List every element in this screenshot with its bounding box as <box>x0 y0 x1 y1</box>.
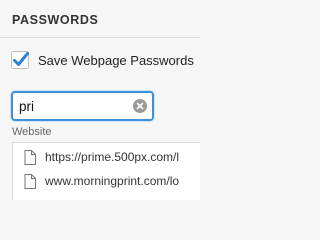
section-title: PASSWORDS <box>12 13 99 27</box>
save-passwords-label: Save Webpage Passwords <box>38 52 194 68</box>
website-url: https://prime.500px.com/l <box>45 150 180 164</box>
checkmark-icon <box>11 51 29 69</box>
save-passwords-checkbox[interactable] <box>11 51 29 69</box>
search-box[interactable] <box>11 91 154 121</box>
save-passwords-row[interactable]: Save Webpage Passwords <box>11 51 194 69</box>
list-item[interactable]: www.morningprint.com/lo <box>13 169 200 193</box>
website-url: www.morningprint.com/lo <box>45 174 180 188</box>
list-item[interactable]: https://prime.500px.com/l <box>13 145 200 169</box>
document-icon <box>24 173 36 189</box>
document-icon <box>24 149 36 165</box>
passwords-panel: PASSWORDS Save Webpage Passwords Website <box>0 0 200 200</box>
passwords-list[interactable]: https://prime.500px.com/l www.morningpri… <box>12 142 200 200</box>
website-column-header[interactable]: Website <box>12 126 52 138</box>
clear-circle-icon[interactable] <box>133 99 147 113</box>
search-input[interactable] <box>19 97 129 115</box>
section-divider <box>0 37 200 38</box>
